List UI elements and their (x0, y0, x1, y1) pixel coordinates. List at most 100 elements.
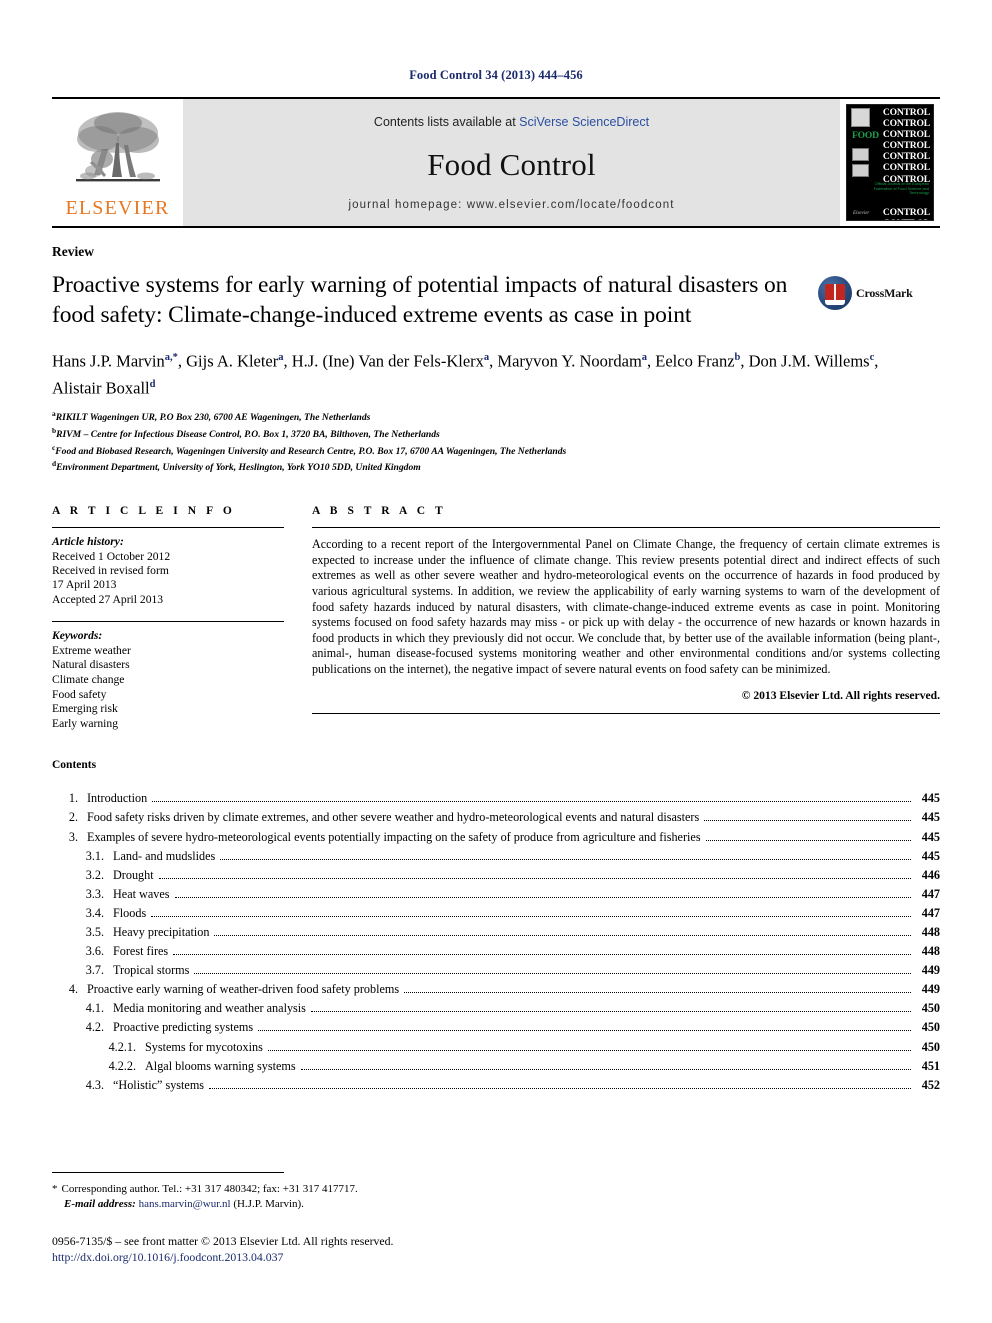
toc-label[interactable]: Algal blooms warning systems (136, 1057, 296, 1076)
book-icon (825, 284, 845, 305)
toc-page-number: 448 (921, 924, 940, 939)
toc-entry[interactable]: 4.3. “Holistic” systems 452 (52, 1076, 940, 1095)
author-list: Hans J.P. Marvina,*, Gijs A. Kletera, H.… (52, 351, 879, 398)
toc-leader (151, 915, 911, 917)
history-item: Received in revised form (52, 563, 169, 577)
affiliation-item: aRIKILT Wageningen UR, P.O Box 230, 6700… (52, 408, 940, 425)
toc-label[interactable]: Tropical storms (104, 961, 189, 980)
toc-page-number: 446 (921, 867, 940, 882)
toc-page-number: 450 (921, 1020, 940, 1035)
toc-leader (173, 953, 911, 956)
affiliation-text: RIKILT Wageningen UR, P.O Box 230, 6700 … (55, 412, 371, 424)
toc-leader (704, 819, 911, 822)
toc-leader (194, 972, 911, 975)
author-affiliation-mark[interactable]: a (484, 352, 489, 363)
toc-entry[interactable]: 4.1. Media monitoring and weather analys… (52, 999, 940, 1018)
divider (52, 621, 284, 623)
journal-homepage-link[interactable]: journal homepage: www.elsevier.com/locat… (348, 199, 674, 211)
author-affiliation-mark[interactable]: b (735, 352, 741, 363)
toc-number: 4.2.2. (108, 1058, 136, 1073)
corresponding-author-text: Corresponding author. Tel.: +31 317 4803… (61, 1183, 358, 1195)
toc-leader (220, 858, 911, 860)
author-affiliation-mark[interactable]: d (150, 379, 156, 390)
page-footer: * Corresponding author. Tel.: +31 317 480… (52, 1172, 940, 1265)
toc-entry[interactable]: 3.6. Forest fires 448 (52, 942, 940, 961)
toc-label[interactable]: Heavy precipitation (104, 923, 209, 942)
toc-label[interactable]: Proactive predicting systems (104, 1018, 253, 1037)
cover-food-word: FOOD (852, 129, 879, 141)
toc-page-number: 452 (921, 1077, 940, 1092)
toc-page-number: 450 (921, 1039, 940, 1054)
author-name: Alistair Boxall (52, 378, 150, 397)
keyword-item: Emerging risk (52, 702, 118, 716)
toc-number: 2. (68, 810, 78, 825)
sciencedirect-link[interactable]: SciVerse ScienceDirect (519, 115, 649, 129)
toc-page-number: 445 (921, 848, 940, 863)
abstract-column: A B S T R A C T According to a recent re… (312, 505, 940, 731)
running-head: Food Control 34 (2013) 444–456 (409, 68, 583, 82)
toc-page-number: 447 (921, 905, 940, 920)
toc-leader (267, 1049, 911, 1051)
cover-control-row: CONTROL (882, 151, 930, 163)
toc-entry[interactable]: 4. Proactive early warning of weather-dr… (52, 980, 940, 999)
cover-control-row: CONTROL (882, 140, 930, 152)
toc-label[interactable]: Examples of severe hydro-meteorological … (78, 828, 701, 847)
toc-entry[interactable]: 1. Introduction 445 (52, 789, 940, 808)
cover-control-row: CONTROL (882, 162, 930, 174)
keyword-item: Extreme weather (52, 643, 131, 657)
contents-section: Contents 1. Introduction 445 2. Food saf… (52, 759, 940, 1095)
toc-entry[interactable]: 4.2. Proactive predicting systems 450 (52, 1018, 940, 1037)
affiliation-item: cFood and Biobased Research, Wageningen … (52, 442, 940, 459)
article-history-label: Article history: (52, 535, 124, 549)
toc-label[interactable]: Food safety risks driven by climate extr… (78, 808, 699, 827)
toc-entry[interactable]: 4.2.1. Systems for mycotoxins 450 (52, 1038, 940, 1057)
toc-label[interactable]: Introduction (78, 789, 147, 808)
cover-brand: Elsevier (853, 211, 870, 216)
toc-label[interactable]: Floods (104, 904, 146, 923)
toc-entry[interactable]: 3.1. Land- and mudslides 445 (52, 847, 940, 866)
toc-entry[interactable]: 3. Examples of severe hydro-meteorologic… (52, 828, 940, 847)
email-link[interactable]: hans.marvin@wur.nl (139, 1198, 231, 1210)
toc-leader (209, 1087, 911, 1089)
journal-cover-thumbnail: ­­­­­­­­­­ ­­­­­­­­­­ CONTROL CONTROL CO… (846, 104, 934, 221)
toc-number: 3.2. (85, 867, 104, 882)
author-affiliation-mark[interactable]: a (642, 352, 647, 363)
toc-entry[interactable]: 3.5. Heavy precipitation 448 (52, 923, 940, 942)
article-history: Article history: Received 1 October 2012… (52, 535, 284, 607)
toc-label[interactable]: Forest fires (104, 942, 168, 961)
toc-label[interactable]: “Holistic” systems (104, 1076, 204, 1095)
page-title: Proactive systems for early warning of p… (52, 272, 788, 328)
toc-label[interactable]: Proactive early warning of weather-drive… (78, 980, 399, 999)
toc-label[interactable]: Drought (104, 866, 154, 885)
author-affiliation-mark[interactable]: a,* (165, 352, 178, 363)
toc-entry[interactable]: 3.7. Tropical storms 449 (52, 961, 940, 980)
keyword-item: Food safety (52, 687, 107, 701)
masthead-center: Contents lists available at SciVerse Sci… (183, 99, 840, 226)
toc-leader (310, 1010, 911, 1013)
affiliation-text: Environment Department, University of Yo… (56, 462, 421, 474)
toc-label[interactable]: Media monitoring and weather analysis (104, 999, 306, 1018)
toc-entry[interactable]: 4.2.2. Algal blooms warning systems 451 (52, 1057, 940, 1076)
corresponding-author-note: * Corresponding author. Tel.: +31 317 480… (52, 1182, 940, 1211)
doi-link[interactable]: http://dx.doi.org/10.1016/j.foodcont.201… (52, 1249, 940, 1265)
history-item: Received 1 October 2012 (52, 549, 171, 563)
title-block: Proactive systems for early warning of p… (52, 270, 940, 330)
toc-entry[interactable]: 2. Food safety risks driven by climate e… (52, 808, 940, 827)
affiliation-text: Food and Biobased Research, Wageningen U… (55, 445, 567, 457)
keywords-label: Keywords: (52, 629, 103, 643)
author-affiliation-mark[interactable]: c (870, 352, 875, 363)
info-abstract-region: A R T I C L E I N F O Article history: R… (52, 505, 940, 731)
author-affiliation-mark[interactable]: a (278, 352, 283, 363)
crossmark-badge[interactable]: CrossMark (818, 276, 914, 310)
elsevier-wordmark: ELSEVIER (65, 197, 170, 219)
toc-entry[interactable]: 3.4. Floods 447 (52, 904, 940, 923)
toc-page-number: 445 (921, 829, 940, 844)
toc-label[interactable]: Land- and mudslides (104, 847, 215, 866)
toc-entry[interactable]: 3.3. Heat waves 447 (52, 885, 940, 904)
toc-label[interactable]: Heat waves (104, 885, 170, 904)
toc-leader (404, 991, 911, 994)
cover-control-rows: CONTROL CONTROL CONTROL CONTROL CONTROL … (847, 107, 933, 220)
toc-label[interactable]: Systems for mycotoxins (136, 1038, 263, 1057)
toc-entry[interactable]: 3.2. Drought 446 (52, 866, 940, 885)
issn-front-matter: 0956-7135/$ – see front matter © 2013 El… (52, 1234, 394, 1248)
